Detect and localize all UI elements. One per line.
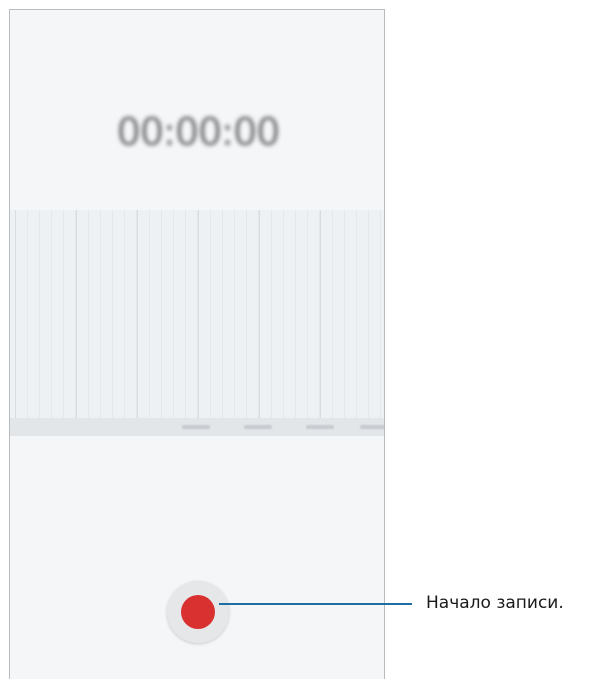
timeline-tick <box>182 425 210 429</box>
record-button[interactable] <box>167 581 229 643</box>
recording-timer: 00:00:00 <box>116 110 281 154</box>
waveform-column <box>76 210 137 418</box>
waveform-column <box>259 210 320 418</box>
waveform-column <box>137 210 198 418</box>
record-icon <box>181 595 215 629</box>
waveform-column <box>198 210 259 418</box>
timeline-tick <box>306 425 334 429</box>
timeline-bar <box>10 418 384 436</box>
timeline-tick <box>360 425 384 429</box>
phone-screen: 00:00:00 <box>9 9 385 679</box>
waveform-column <box>320 210 381 418</box>
callout-label: Начало записи. <box>426 593 564 613</box>
timeline-tick <box>244 425 272 429</box>
manual-illustration: 00:00:00 Начало записи. <box>0 0 602 679</box>
waveform-area <box>10 210 384 418</box>
callout-line <box>219 603 412 605</box>
waveform-column <box>15 210 76 418</box>
